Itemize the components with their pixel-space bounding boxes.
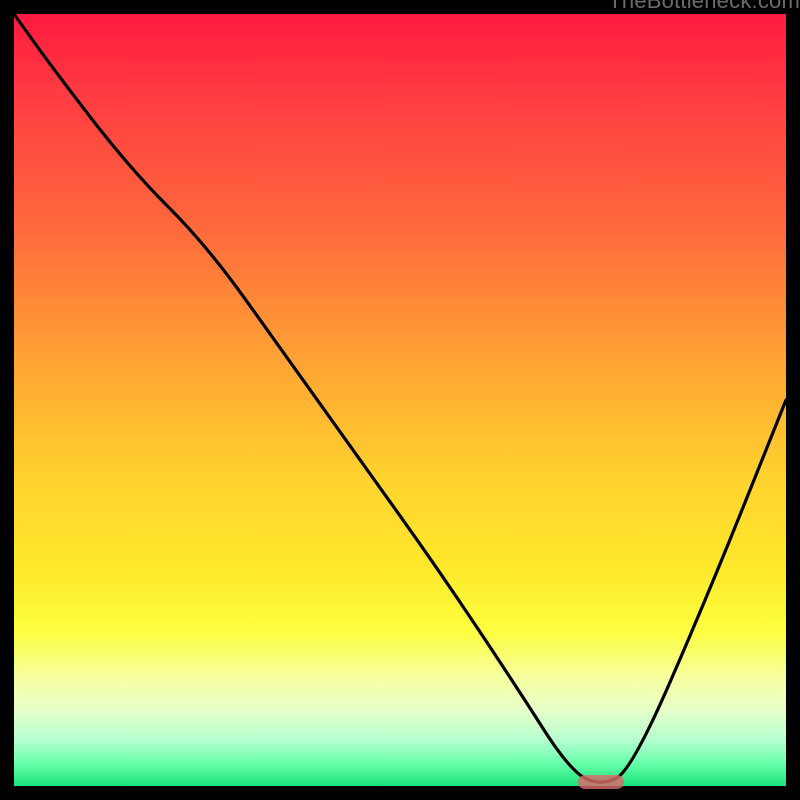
chart-marker [578, 775, 624, 789]
chart-plot-area [14, 14, 786, 786]
chart-line [14, 14, 786, 786]
watermark-text: TheBottleneck.com [608, 0, 800, 14]
